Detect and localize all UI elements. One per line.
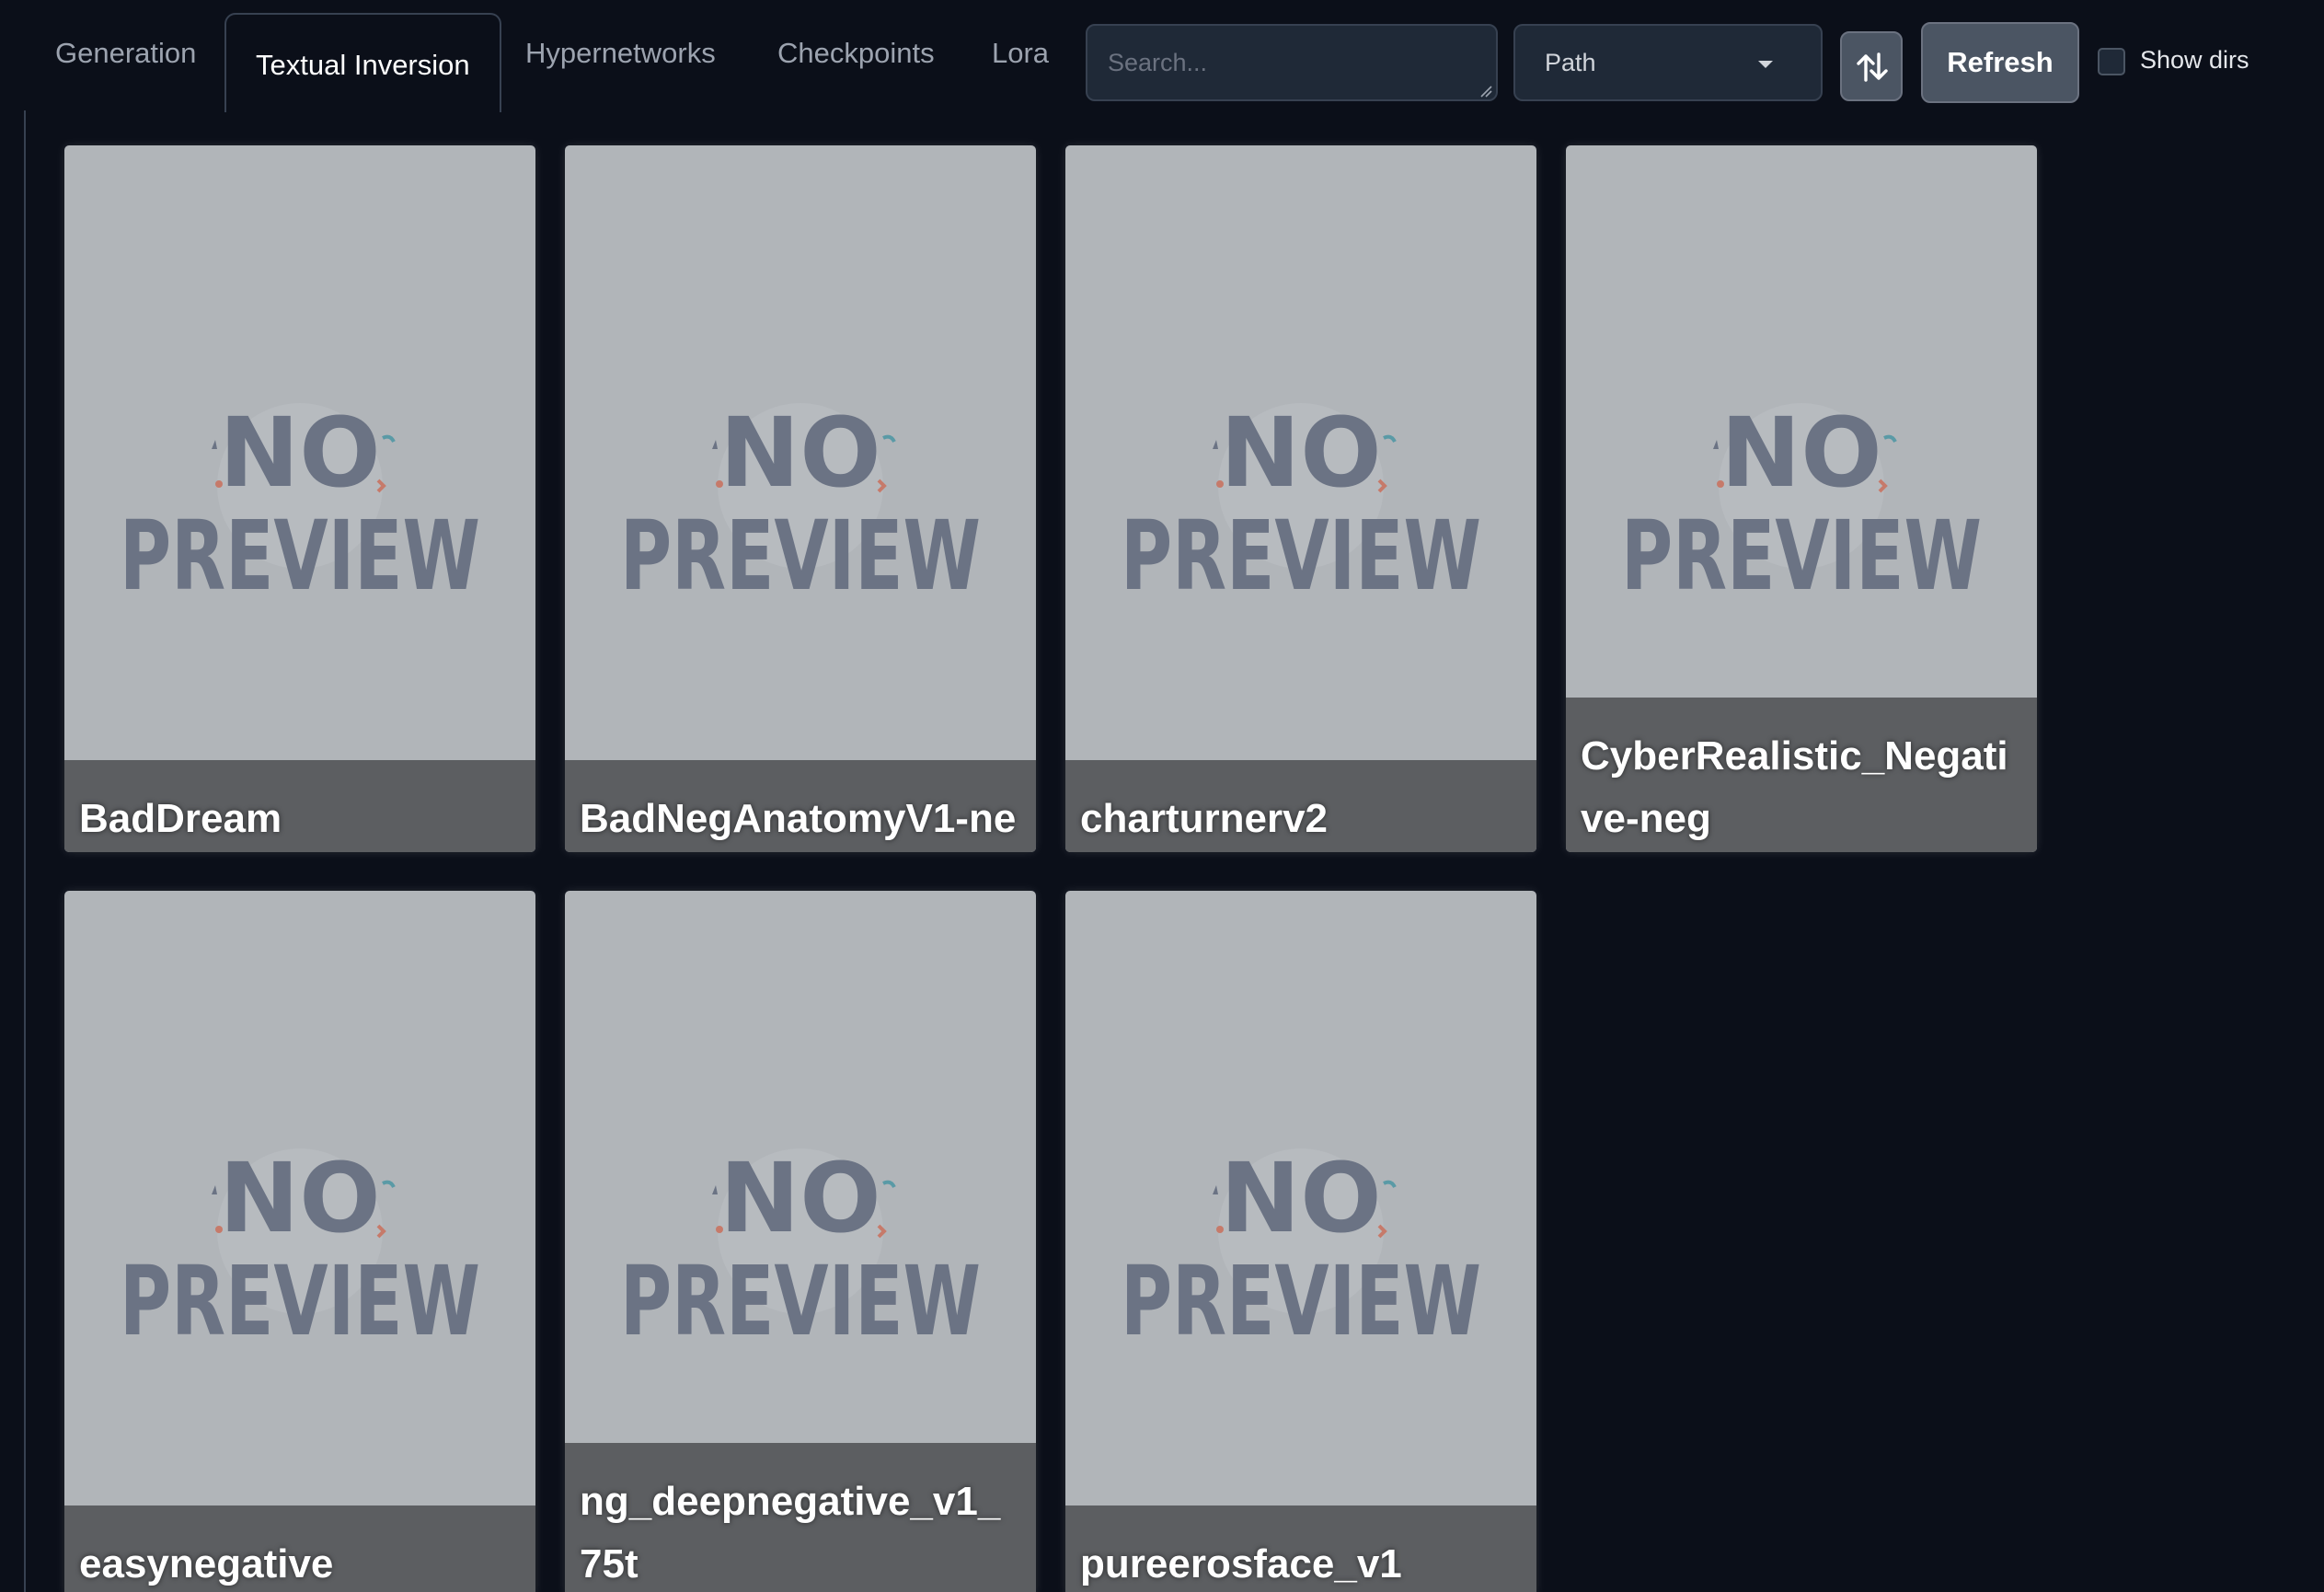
no-preview-text-line2: PREVIEW [120, 500, 480, 596]
no-preview-text-line1: NO [1220, 397, 1381, 509]
no-preview-text-line1: NO [219, 1142, 380, 1254]
no-preview-image: NO PREVIEW [620, 397, 981, 596]
card-title: charturnerv2 [1065, 760, 1536, 852]
model-card-4[interactable]: NO PREVIEW CyberRealistic_Negative-neg [1566, 145, 2037, 852]
no-preview-image: NO PREVIEW [1121, 397, 1481, 596]
tab-bar: Generation Textual Inversion Hypernetwor… [0, 0, 2324, 112]
tab-generation[interactable]: Generation [55, 37, 196, 70]
show-dirs-checkbox[interactable] [2098, 48, 2125, 75]
card-title: pureerosface_v1 [1065, 1505, 1536, 1592]
model-card-7[interactable]: NO PREVIEW pureerosface_v1 [1065, 891, 1536, 1592]
sort-direction-button[interactable] [1840, 31, 1903, 101]
no-preview-text-line2: PREVIEW [1121, 1245, 1481, 1342]
no-preview-image: NO PREVIEW [120, 1142, 480, 1342]
model-card-5[interactable]: NO PREVIEW easynegative [64, 891, 535, 1592]
no-preview-text-line1: NO [1720, 397, 1881, 509]
card-title: easynegative [64, 1505, 535, 1592]
no-preview-text-line2: PREVIEW [120, 1245, 480, 1342]
refresh-button[interactable]: Refresh [1921, 22, 2079, 103]
no-preview-text-line1: NO [1220, 1142, 1381, 1254]
tab-checkpoints[interactable]: Checkpoints [777, 37, 935, 70]
search-input[interactable] [1086, 24, 1498, 101]
no-preview-text-line1: NO [219, 397, 380, 509]
tab-hypernetworks[interactable]: Hypernetworks [525, 37, 716, 70]
tab-textual-inversion[interactable]: Textual Inversion [224, 13, 501, 112]
card-title: CyberRealistic_Negative-neg [1566, 698, 2037, 852]
no-preview-image: NO PREVIEW [1621, 397, 1982, 596]
card-title: BadNegAnatomyV1-neg [565, 760, 1036, 852]
no-preview-image: NO PREVIEW [120, 397, 480, 596]
sort-dropdown[interactable]: Path [1513, 24, 1823, 101]
show-dirs-label: Show dirs [2140, 46, 2249, 74]
model-card-3[interactable]: NO PREVIEW charturnerv2 [1065, 145, 1536, 852]
no-preview-text-line2: PREVIEW [1621, 500, 1982, 596]
no-preview-text-line2: PREVIEW [620, 1245, 981, 1342]
model-card-2[interactable]: NO PREVIEW BadNegAnatomyV1-neg [565, 145, 1036, 852]
tab-lora[interactable]: Lora [992, 37, 1049, 70]
no-preview-text-line2: PREVIEW [620, 500, 981, 596]
card-title: BadDream [64, 760, 535, 852]
no-preview-image: NO PREVIEW [1121, 1142, 1481, 1342]
no-preview-text-line2: PREVIEW [1121, 500, 1481, 596]
arrow-up-down-icon [1857, 52, 1888, 82]
no-preview-text-line1: NO [719, 1142, 880, 1254]
no-preview-text-line1: NO [719, 397, 880, 509]
sort-dropdown-value: Path [1545, 49, 1596, 76]
card-gallery: NO PREVIEW BadDream NO PREVIEW BadNegAna… [24, 110, 2324, 1592]
model-card-1[interactable]: NO PREVIEW BadDream [64, 145, 535, 852]
card-title: ng_deepnegative_v1_75t [565, 1443, 1036, 1592]
model-card-6[interactable]: NO PREVIEW ng_deepnegative_v1_75t [565, 891, 1036, 1592]
chevron-down-icon [1758, 61, 1773, 68]
no-preview-image: NO PREVIEW [620, 1142, 981, 1342]
